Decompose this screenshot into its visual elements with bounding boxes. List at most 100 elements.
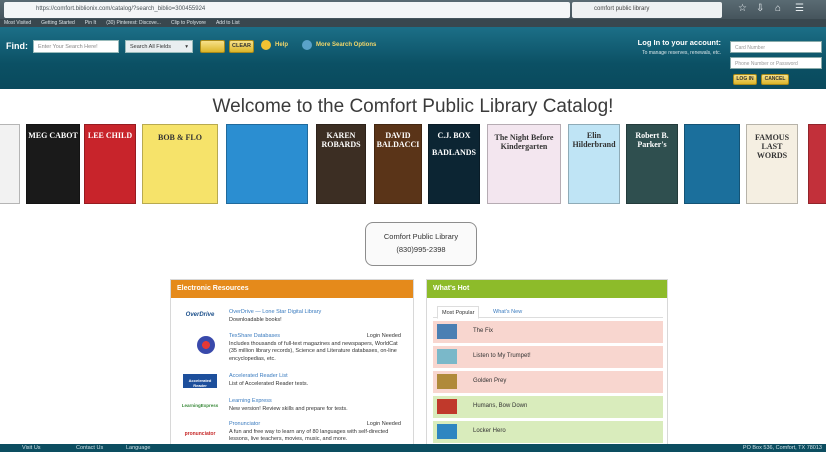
book-cover[interactable]: MEG CABOT — [26, 124, 80, 204]
electronic-resources-panel: Electronic Resources OverDrive OverDrive… — [170, 279, 414, 445]
resource-desc: Includes thousands of full-text magazine… — [229, 340, 398, 362]
library-name: Comfort Public Library — [383, 232, 459, 241]
password-field[interactable]: Phone Number or Password — [730, 57, 822, 69]
hot-item-thumbnail — [437, 374, 457, 389]
resource-desc: New version! Review skills and prepare f… — [229, 405, 348, 412]
book-author: MEG CABOT — [28, 131, 78, 140]
book-cover[interactable]: FAMOUS LAST WORDS — [746, 124, 798, 204]
resource-desc: List of Accelerated Reader tests. — [229, 380, 309, 387]
help-icon[interactable] — [261, 40, 271, 50]
hot-item[interactable]: Golden Prey — [433, 371, 663, 393]
contact-box: Comfort Public Library (830)995-2398 — [365, 222, 477, 266]
go-button[interactable] — [200, 40, 225, 53]
login-button[interactable]: LOG IN — [733, 74, 757, 85]
clear-button[interactable]: CLEAR — [229, 40, 254, 53]
bookmark-most-visited[interactable]: Most Visited — [4, 20, 31, 27]
resource-desc: Downloadable books! — [229, 316, 282, 323]
browser-search-box[interactable]: comfort public library — [572, 2, 722, 18]
hot-item-title: Listen to My Trumpet! — [473, 353, 531, 359]
library-phone: (830)995-2398 — [396, 245, 446, 254]
bookmark-pinterest[interactable]: (30) Pinterest: Discove... — [106, 20, 161, 27]
hot-item[interactable]: The Fix — [433, 321, 663, 343]
home-icon[interactable]: ⌂ — [775, 3, 781, 14]
bookmark-pin-it[interactable]: Pin It — [85, 20, 96, 27]
bookmark-add-to-list[interactable]: Add to List — [216, 20, 240, 27]
whats-hot-tabs: Most Popular What's New — [433, 304, 663, 319]
cancel-button[interactable]: CANCEL — [761, 74, 789, 85]
hot-item[interactable]: Locker Hero — [433, 421, 663, 443]
hot-item-thumbnail — [437, 324, 457, 339]
book-cover[interactable]: LEE CHILD — [84, 124, 136, 204]
download-icon[interactable]: ⇩ — [756, 3, 764, 14]
resource-pronunciator: Pronunciator Login Needed A fun and free… — [229, 421, 405, 444]
resource-texshare: TexShare Databases Login Needed Includes… — [229, 333, 405, 363]
hot-item[interactable]: Humans, Bow Down — [433, 396, 663, 418]
login-needed-label: Login Needed — [366, 421, 401, 427]
hot-item-title: Locker Hero — [473, 428, 506, 434]
search-field-select[interactable]: Search All Fields ▾ — [125, 40, 193, 53]
search-field-value: Search All Fields — [130, 44, 171, 50]
help-link[interactable]: Help — [275, 42, 288, 48]
book-author: C.J. BOX — [437, 131, 471, 140]
card-number-field[interactable]: Card Number — [730, 41, 822, 53]
search-input[interactable]: Enter Your Search Here! — [33, 40, 119, 53]
chevron-down-icon: ▾ — [185, 44, 188, 50]
resource-learning-express: Learning Express New version! Review ski… — [229, 398, 405, 413]
hot-item-title: The Fix — [473, 328, 494, 334]
electronic-resources-title: Electronic Resources — [171, 280, 413, 298]
book-cover[interactable]: DAVID BALDACCI — [374, 124, 422, 204]
tab-most-popular[interactable]: Most Popular — [437, 306, 480, 319]
whats-hot-panel: What's Hot Most Popular What's New The F… — [426, 279, 668, 445]
book-cover[interactable]: Robert B. Parker's — [626, 124, 678, 204]
resource-link[interactable]: Accelerated Reader List — [229, 373, 405, 381]
resource-accelerated-reader: Accelerated Reader List List of Accelera… — [229, 373, 405, 388]
book-author: LEE CHILD — [87, 131, 133, 140]
bookmark-getting-started[interactable]: Getting Started — [41, 20, 75, 27]
login-title: Log In to your account: — [637, 38, 721, 47]
star-icon[interactable]: ☆ — [738, 3, 747, 14]
resource-link[interactable]: Learning Express — [229, 398, 405, 406]
bookmark-polyvore[interactable]: Clip to Polyvore — [171, 20, 206, 27]
page-title: Welcome to the Comfort Public Library Ca… — [212, 96, 614, 117]
resource-desc: A fun and free way to learn any of 80 la… — [229, 428, 389, 443]
book-cover[interactable]: The Night Before Kindergarten — [487, 124, 561, 204]
menu-icon[interactable]: ☰ — [795, 3, 804, 14]
find-label: Find: — [6, 41, 28, 51]
url-bar[interactable]: https://comfort.biblionix.com/catalog/?s… — [4, 2, 570, 18]
footer-address: PO Box 536, Comfort, TX 78013 — [742, 445, 822, 451]
book-title: BADLANDS — [431, 148, 476, 157]
book-author: Elin Hilderbrand — [572, 131, 616, 149]
book-cover[interactable] — [808, 124, 826, 204]
hot-item-thumbnail — [437, 424, 457, 439]
book-cover[interactable] — [0, 124, 20, 204]
footer-contact-us[interactable]: Contact Us — [76, 445, 103, 451]
resource-overdrive: OverDrive — Lone Star Digital Library Do… — [229, 309, 405, 324]
hot-item[interactable]: Listen to My Trumpet! — [433, 346, 663, 368]
book-cover[interactable]: BOB & FLO — [142, 124, 218, 204]
footer-visit-us[interactable]: Visit Us — [22, 445, 41, 451]
resource-link[interactable]: OverDrive — Lone Star Digital Library — [229, 309, 405, 317]
book-title: The Night Before Kindergarten — [494, 133, 554, 151]
more-search-options-link[interactable]: More Search Options — [316, 42, 376, 48]
browser-search-text: comfort public library — [594, 6, 650, 12]
footer-language[interactable]: Language — [126, 445, 150, 451]
hot-item-thumbnail — [437, 349, 457, 364]
hot-item-title: Humans, Bow Down — [473, 403, 528, 409]
book-cover[interactable]: Elin Hilderbrand — [568, 124, 620, 204]
book-author: KAREN ROBARDS — [321, 131, 361, 149]
hot-item-thumbnail — [437, 399, 457, 414]
whats-hot-title: What's Hot — [427, 280, 667, 298]
book-cover[interactable] — [226, 124, 308, 204]
footer: Visit Us Contact Us Language PO Box 536,… — [0, 444, 826, 452]
pronunciator-logo: pronunciator — [184, 431, 216, 437]
book-cover[interactable]: KAREN ROBARDS — [316, 124, 366, 204]
tab-whats-new[interactable]: What's New — [489, 306, 526, 319]
book-cover[interactable] — [684, 124, 740, 204]
book-author: DAVID BALDACCI — [376, 131, 420, 149]
login-needed-label: Login Needed — [366, 333, 401, 339]
overdrive-logo: OverDrive — [185, 312, 215, 318]
book-cover[interactable]: C.J. BOX BADLANDS — [428, 124, 480, 204]
url-text: https://comfort.biblionix.com/catalog/?s… — [36, 6, 206, 12]
magnifier-icon[interactable] — [302, 40, 312, 50]
book-title: FAMOUS LAST WORDS — [754, 133, 790, 160]
